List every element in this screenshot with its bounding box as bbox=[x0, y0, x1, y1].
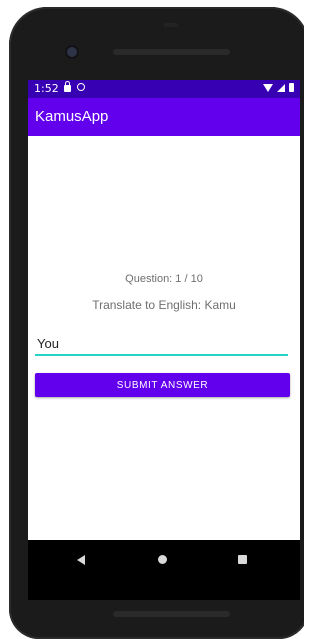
translation-prompt: Translate to English: Kamu bbox=[92, 298, 236, 312]
device-screen: 1:52 KamusApp Question: 1 / 10 Translate… bbox=[28, 80, 300, 600]
sync-icon bbox=[77, 83, 85, 91]
question-counter: Question: 1 / 10 bbox=[125, 273, 203, 285]
status-left-icons bbox=[64, 81, 85, 92]
answer-input[interactable] bbox=[35, 332, 288, 354]
earpiece-speaker bbox=[113, 49, 230, 55]
battery-icon bbox=[289, 83, 294, 92]
emulator-stage: 1:52 KamusApp Question: 1 / 10 Translate… bbox=[0, 0, 304, 639]
status-time: 1:52 bbox=[34, 82, 59, 95]
status-bar: 1:52 bbox=[28, 80, 300, 98]
app-bar: KamusApp bbox=[28, 98, 300, 136]
bottom-speaker bbox=[113, 611, 230, 617]
submit-answer-button[interactable]: SUBMIT ANSWER bbox=[35, 373, 290, 397]
back-icon[interactable] bbox=[77, 555, 85, 565]
proximity-sensor bbox=[164, 23, 178, 27]
recents-icon[interactable] bbox=[238, 555, 247, 564]
signal-icon bbox=[277, 83, 285, 92]
status-right-icons bbox=[263, 83, 294, 92]
navigation-bar bbox=[28, 540, 300, 580]
wifi-icon bbox=[263, 83, 273, 92]
answer-field[interactable] bbox=[35, 332, 288, 356]
lock-icon bbox=[64, 81, 71, 92]
home-icon[interactable] bbox=[158, 555, 167, 564]
answer-input-underline bbox=[35, 354, 288, 356]
screen-bottom-area bbox=[28, 580, 300, 600]
front-camera-icon bbox=[67, 47, 77, 57]
app-title: KamusApp bbox=[35, 108, 109, 125]
